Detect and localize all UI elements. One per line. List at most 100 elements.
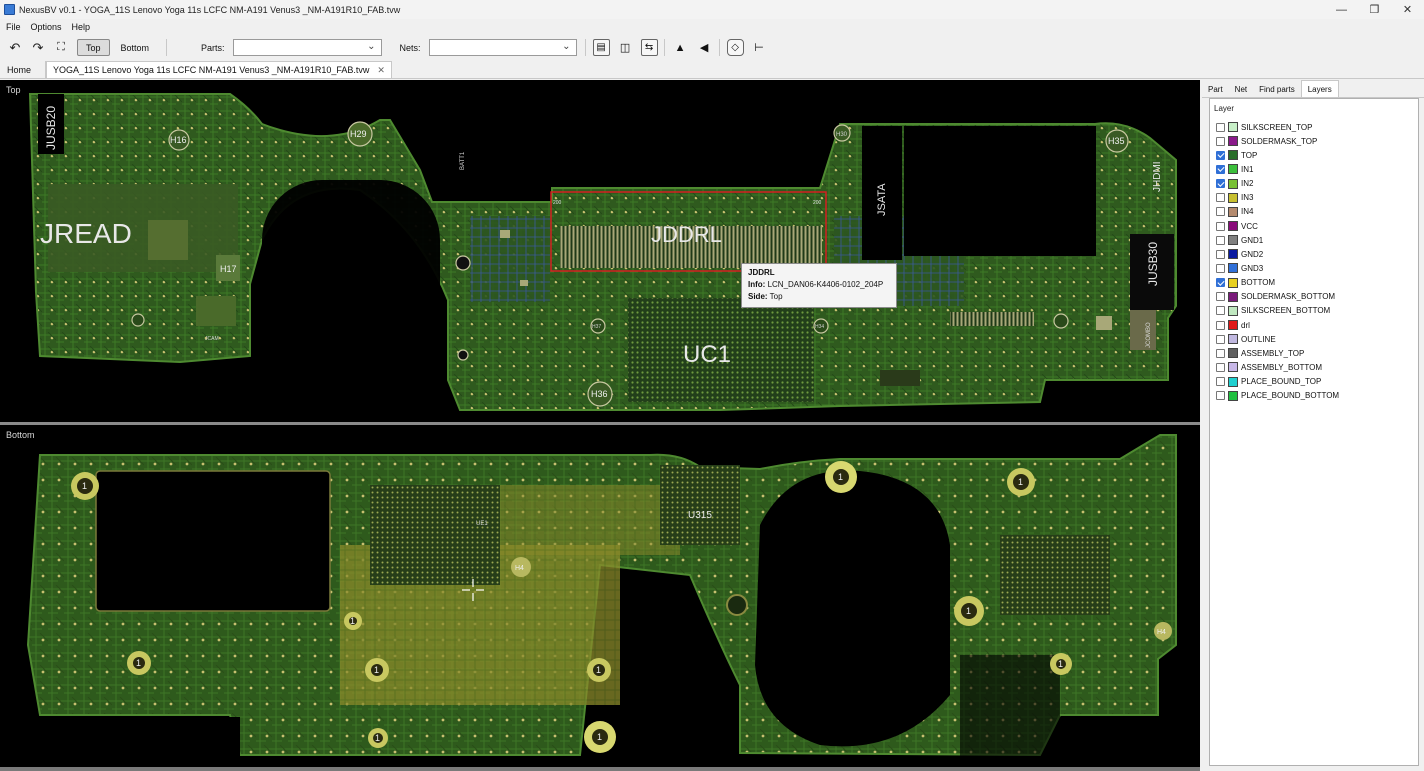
- net-trace-icon[interactable]: ⊢: [751, 39, 768, 56]
- layer-checkbox[interactable]: [1216, 235, 1225, 245]
- close-button[interactable]: ✕: [1391, 0, 1424, 19]
- layer-row[interactable]: PLACE_BOUND_BOTTOM: [1216, 389, 1339, 403]
- layer-name: ASSEMBLY_TOP: [1241, 348, 1305, 358]
- layer-color-swatch[interactable]: [1228, 334, 1238, 345]
- top-board-canvas[interactable]: JREAD JDDRL UC1 H16 H29 H17 H35 H36 H30 …: [0, 80, 1200, 422]
- tab-find-parts[interactable]: Find parts: [1253, 81, 1301, 97]
- layer-row[interactable]: GND1: [1216, 233, 1339, 247]
- layer-row[interactable]: SOLDERMASK_TOP: [1216, 134, 1339, 148]
- layer-row[interactable]: IN1: [1216, 162, 1339, 176]
- swap-sides-icon[interactable]: ⇆: [640, 39, 658, 56]
- top-board-view[interactable]: Top JREAD JDDRL UC1 H16 H29 H17 H35 H36 …: [0, 80, 1200, 422]
- bottom-board-view[interactable]: Bottom 1 1 1 1 1 1 1 1 1 1 1 U315 UE1 H4…: [0, 425, 1200, 767]
- layer-color-swatch[interactable]: [1228, 122, 1238, 133]
- layer-checkbox[interactable]: [1216, 377, 1225, 387]
- top-side-button[interactable]: Top: [77, 39, 110, 56]
- nets-combo[interactable]: ⌄: [428, 39, 577, 56]
- label-uc1: UC1: [683, 341, 731, 368]
- layer-name: PLACE_BOUND_TOP: [1241, 377, 1322, 387]
- layer-checkbox[interactable]: [1216, 306, 1225, 316]
- layer-checkbox[interactable]: [1216, 320, 1225, 330]
- layer-row[interactable]: ASSEMBLY_TOP: [1216, 346, 1339, 360]
- layer-color-swatch[interactable]: [1228, 362, 1238, 373]
- bottom-board-canvas[interactable]: 1 1 1 1 1 1 1 1 1 1 1 U315 UE1 H4 H4: [0, 425, 1200, 767]
- layer-color-swatch[interactable]: [1228, 263, 1238, 274]
- layer-color-swatch[interactable]: [1228, 305, 1238, 316]
- layer-row[interactable]: VCC: [1216, 219, 1339, 233]
- layers-icon[interactable]: ◇: [726, 39, 744, 56]
- layer-row[interactable]: OUTLINE: [1216, 332, 1339, 346]
- layer-checkbox[interactable]: [1216, 193, 1225, 203]
- layer-color-swatch[interactable]: [1228, 249, 1238, 260]
- layer-color-swatch[interactable]: [1228, 150, 1238, 161]
- layer-color-swatch[interactable]: [1228, 206, 1238, 217]
- tab-home[interactable]: Home: [0, 61, 46, 78]
- layer-checkbox[interactable]: [1216, 164, 1225, 174]
- tab-board-file[interactable]: YOGA_11S Lenovo Yoga 11s LCFC NM-A191 Ve…: [46, 61, 392, 78]
- layer-row[interactable]: drl: [1216, 318, 1339, 332]
- layer-color-swatch[interactable]: [1228, 178, 1238, 189]
- tab-part[interactable]: Part: [1202, 81, 1229, 97]
- fit-view-icon[interactable]: ⛶: [51, 38, 71, 58]
- close-icon[interactable]: ✕: [377, 65, 385, 76]
- layer-color-swatch[interactable]: [1228, 192, 1238, 203]
- layer-color-swatch[interactable]: [1228, 320, 1238, 331]
- flip-icon[interactable]: ◀: [696, 39, 713, 56]
- layer-color-swatch[interactable]: [1228, 136, 1238, 147]
- layer-row[interactable]: IN3: [1216, 191, 1339, 205]
- layer-row[interactable]: GND3: [1216, 261, 1339, 275]
- tab-layers[interactable]: Layers: [1300, 80, 1339, 97]
- layer-row[interactable]: TOP: [1216, 148, 1339, 162]
- layer-color-swatch[interactable]: [1228, 376, 1238, 387]
- minimize-button[interactable]: —: [1325, 0, 1358, 19]
- layer-row[interactable]: SILKSCREEN_BOTTOM: [1216, 304, 1339, 318]
- redo-icon[interactable]: ↷: [28, 38, 48, 58]
- layer-color-swatch[interactable]: [1228, 164, 1238, 175]
- layer-color-swatch[interactable]: [1228, 348, 1238, 359]
- layer-row[interactable]: SILKSCREEN_TOP: [1216, 120, 1339, 134]
- split-vertical-icon[interactable]: ◫: [617, 39, 634, 56]
- layer-checkbox[interactable]: [1216, 122, 1225, 132]
- layer-row[interactable]: PLACE_BOUND_TOP: [1216, 375, 1339, 389]
- layer-checkbox[interactable]: [1216, 334, 1225, 344]
- layer-row[interactable]: IN2: [1216, 177, 1339, 191]
- layer-color-swatch[interactable]: [1228, 291, 1238, 302]
- layer-row[interactable]: ASSEMBLY_BOTTOM: [1216, 360, 1339, 374]
- layer-checkbox[interactable]: [1216, 136, 1225, 146]
- maximize-button[interactable]: ❐: [1358, 0, 1391, 19]
- layer-checkbox[interactable]: [1216, 249, 1225, 259]
- undo-icon[interactable]: ↶: [5, 38, 25, 58]
- label-one: 1: [82, 481, 87, 491]
- layer-checkbox[interactable]: [1216, 221, 1225, 231]
- layer-color-swatch[interactable]: [1228, 390, 1238, 401]
- tooltip-side-label: Side:: [748, 292, 768, 301]
- layer-checkbox[interactable]: [1216, 362, 1225, 372]
- layer-checkbox[interactable]: [1216, 278, 1225, 288]
- layer-color-swatch[interactable]: [1228, 277, 1238, 288]
- layer-checkbox[interactable]: [1216, 179, 1225, 189]
- tab-net[interactable]: Net: [1229, 81, 1253, 97]
- layer-checkbox[interactable]: [1216, 348, 1225, 358]
- layer-row[interactable]: SOLDERMASK_BOTTOM: [1216, 290, 1339, 304]
- layer-checkbox[interactable]: [1216, 391, 1225, 401]
- label-one: 1: [838, 472, 843, 482]
- layer-checkbox[interactable]: [1216, 150, 1225, 160]
- menu-help[interactable]: Help: [68, 22, 95, 32]
- layer-row[interactable]: GND2: [1216, 247, 1339, 261]
- layer-row[interactable]: BOTTOM: [1216, 276, 1339, 290]
- window-title: NexusBV v0.1 - YOGA_11S Lenovo Yoga 11s …: [19, 4, 401, 15]
- layer-color-swatch[interactable]: [1228, 221, 1238, 232]
- mirror-icon[interactable]: ▲: [672, 39, 689, 56]
- label-jddrl: JDDRL: [651, 222, 722, 247]
- toolbar-separator: [584, 39, 586, 56]
- menu-file[interactable]: File: [2, 22, 25, 32]
- split-horizontal-icon[interactable]: ▤: [592, 39, 610, 56]
- layer-checkbox[interactable]: [1216, 292, 1225, 302]
- parts-combo[interactable]: ⌄: [232, 39, 382, 56]
- menu-options[interactable]: Options: [27, 22, 66, 32]
- bottom-side-button[interactable]: Bottom: [112, 39, 159, 56]
- layer-checkbox[interactable]: [1216, 263, 1225, 273]
- layer-row[interactable]: IN4: [1216, 205, 1339, 219]
- layer-checkbox[interactable]: [1216, 207, 1225, 217]
- layer-color-swatch[interactable]: [1228, 235, 1238, 246]
